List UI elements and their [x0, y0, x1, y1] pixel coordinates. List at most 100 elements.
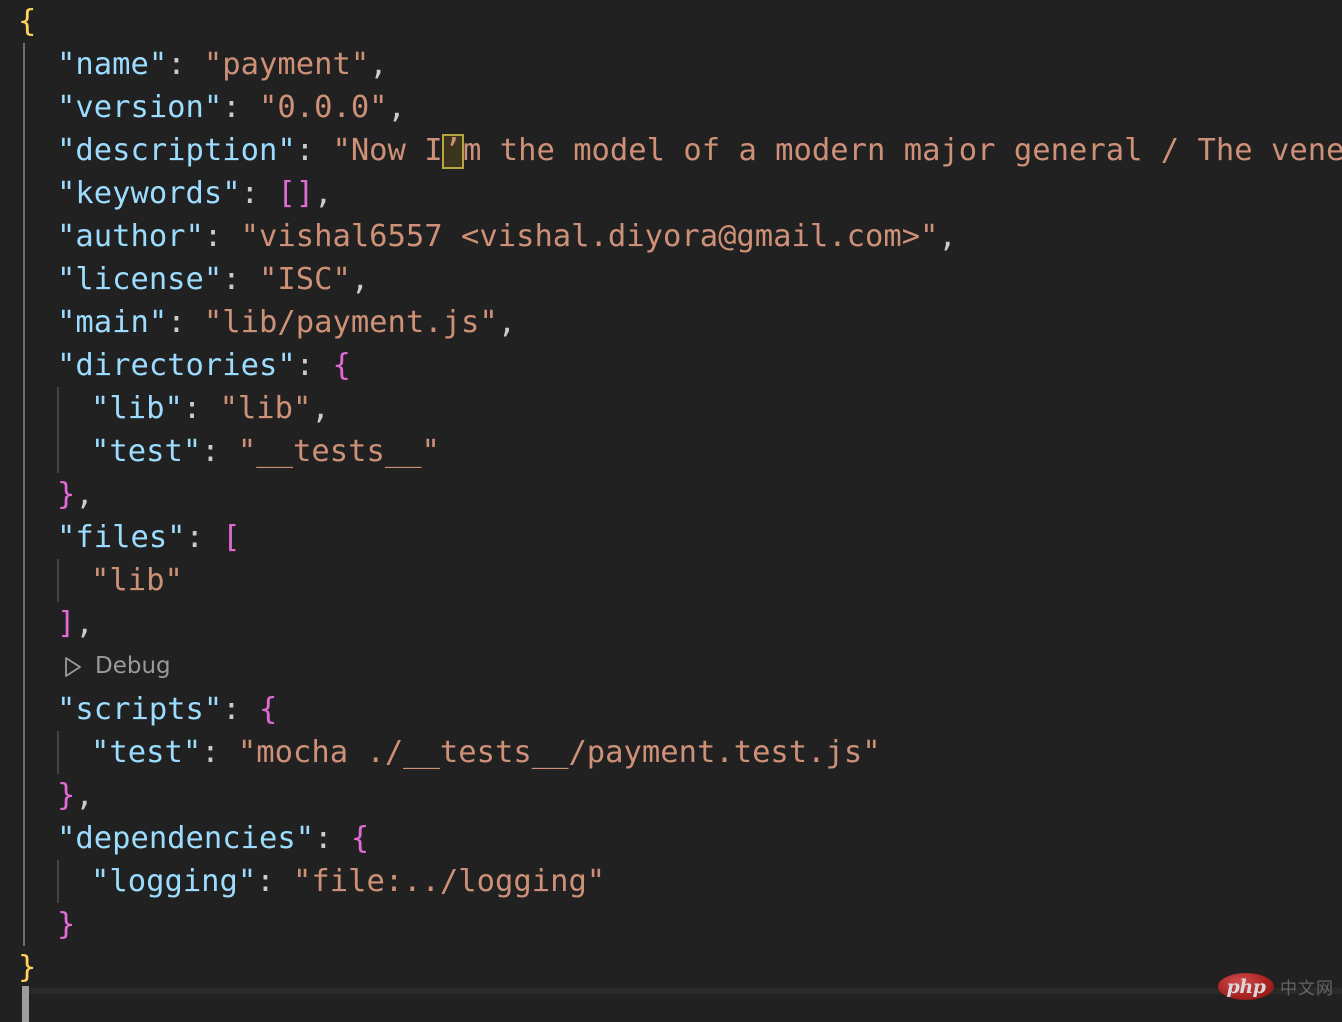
json-value-description-before: "Now I — [332, 133, 443, 168]
comma-2: , — [369, 47, 388, 82]
json-key-directories: "directories" — [57, 348, 296, 383]
horizontal-scrollbar-thumb[interactable] — [22, 986, 29, 1022]
json-key-license: "license" — [57, 262, 223, 297]
colon-21: : — [256, 864, 293, 899]
colon-13: : — [185, 520, 223, 555]
colon-2: : — [167, 47, 204, 82]
json-value-scripts-test: "mocha ./__tests__/payment.test.js" — [237, 735, 881, 770]
json-value-directories-lib: "lib" — [219, 391, 312, 426]
json-key-dependencies-logging: "logging" — [91, 864, 257, 899]
code-line-11[interactable]: "test": "__tests__" — [0, 430, 1342, 473]
json-value-description-after: m the model of a modern major general / … — [463, 133, 1342, 168]
code-line-2[interactable]: "name": "payment", — [0, 43, 1342, 86]
code-line-3[interactable]: "version": "0.0.0", — [0, 86, 1342, 129]
code-line-15[interactable]: ], — [0, 602, 1342, 645]
json-key-directories-lib: "lib" — [91, 391, 183, 426]
comma-12: , — [75, 477, 94, 512]
colon-7: : — [222, 262, 259, 297]
horizontal-scrollbar[interactable] — [0, 986, 1342, 1022]
colon-4: : — [295, 133, 333, 168]
colon-3: : — [222, 90, 259, 125]
bracket-close-keywords: ] — [295, 176, 315, 211]
comma-15: , — [75, 606, 94, 641]
comma-3: , — [387, 90, 406, 125]
colon-9: : — [295, 348, 333, 383]
json-value-version: "0.0.0" — [259, 90, 388, 125]
code-block-scripts: "test": "mocha ./__tests__/payment.test.… — [0, 731, 1342, 774]
code-line-19[interactable]: }, — [0, 774, 1342, 817]
comma-8: , — [497, 305, 517, 340]
code-line-9[interactable]: "directories": { — [0, 344, 1342, 387]
comma-7: , — [350, 262, 370, 297]
comma-6: , — [938, 219, 957, 254]
code-line-4[interactable]: "description": "Now I’m the model of a m… — [0, 129, 1342, 172]
code-line-13[interactable]: "files": [ — [0, 516, 1342, 559]
code-line-23[interactable]: } — [0, 946, 1342, 986]
bracket-close-files: ] — [57, 606, 76, 641]
brace-open-directories: { — [332, 348, 351, 383]
code-line-17[interactable]: "scripts": { — [0, 688, 1342, 731]
colon-8: : — [167, 305, 204, 340]
json-key-version: "version" — [57, 90, 223, 125]
brace-close-scripts: } — [57, 778, 76, 813]
json-value-author: "vishal6557 <vishal.diyora@gmail.com>" — [240, 219, 939, 254]
play-triangle-icon — [62, 655, 84, 679]
codelens-debug-label: Debug — [95, 653, 171, 679]
code-line-7[interactable]: "license": "ISC", — [0, 258, 1342, 301]
code-block-dependencies: "logging": "file:../logging" — [0, 860, 1342, 903]
comma-10: , — [311, 391, 330, 426]
json-key-author: "author" — [57, 219, 204, 254]
brace-close-root: } — [18, 950, 37, 985]
code-block-root: "name": "payment", "version": "0.0.0", "… — [0, 43, 1342, 946]
json-value-dependencies-logging: "file:../logging" — [293, 864, 606, 899]
code-editor-content[interactable]: { "name": "payment", "version": "0.0.0",… — [0, 0, 1342, 986]
code-line-14[interactable]: "lib" — [0, 559, 1342, 602]
colon-10: : — [182, 391, 220, 426]
editor-screen: { "name": "payment", "version": "0.0.0",… — [0, 0, 1342, 1022]
json-value-main: "lib/payment.js" — [203, 305, 498, 340]
colon-17: : — [222, 692, 259, 727]
code-line-22[interactable]: } — [0, 903, 1342, 946]
brace-open-dependencies: { — [350, 821, 370, 856]
code-line-21[interactable]: "logging": "file:../logging" — [0, 860, 1342, 903]
code-block-directories: "lib": "lib", "test": "__tests__" — [0, 387, 1342, 473]
bracket-open-keywords: [ — [277, 176, 296, 211]
colon-11: : — [201, 434, 238, 469]
code-line-1[interactable]: { — [0, 0, 1342, 43]
php-logo-icon: php — [1218, 973, 1274, 1000]
colon-5: : — [240, 176, 278, 211]
code-line-20[interactable]: "dependencies": { — [0, 817, 1342, 860]
brace-open-scripts: { — [259, 692, 278, 727]
watermark: php 中文网 — [1218, 973, 1334, 1000]
json-key-files: "files" — [57, 520, 186, 555]
bracket-open-files: [ — [222, 520, 241, 555]
watermark-site-label: 中文网 — [1280, 979, 1334, 999]
brace-open-root: { — [18, 4, 37, 39]
code-line-18[interactable]: "test": "mocha ./__tests__/payment.test.… — [0, 731, 1342, 774]
json-key-main: "main" — [57, 305, 168, 340]
code-line-6[interactable]: "author": "vishal6557 <vishal.diyora@gma… — [0, 215, 1342, 258]
unicode-highlight-apostrophe[interactable]: ’ — [441, 134, 465, 169]
json-key-dependencies: "dependencies" — [57, 821, 315, 856]
json-key-scripts-test: "test" — [91, 735, 202, 770]
colon-18: : — [201, 735, 238, 770]
brace-close-dependencies: } — [57, 907, 76, 942]
code-line-12[interactable]: }, — [0, 473, 1342, 516]
colon-6: : — [203, 219, 241, 254]
code-block-files: "lib" — [0, 559, 1342, 602]
horizontal-scrollbar-track[interactable] — [28, 988, 1342, 994]
json-value-directories-test: "__tests__" — [237, 434, 440, 469]
codelens-debug[interactable]: Debug — [0, 645, 1342, 688]
json-key-scripts: "scripts" — [57, 692, 223, 727]
brace-close-directories: } — [57, 477, 76, 512]
json-key-keywords: "keywords" — [57, 176, 241, 211]
code-line-10[interactable]: "lib": "lib", — [0, 387, 1342, 430]
json-key-directories-test: "test" — [91, 434, 202, 469]
code-line-8[interactable]: "main": "lib/payment.js", — [0, 301, 1342, 344]
colon-20: : — [314, 821, 351, 856]
comma-5: , — [314, 176, 333, 211]
json-value-files-lib: "lib" — [91, 563, 183, 598]
json-key-name: "name" — [57, 47, 168, 82]
json-key-description: "description" — [57, 133, 296, 168]
code-line-5[interactable]: "keywords": [], — [0, 172, 1342, 215]
